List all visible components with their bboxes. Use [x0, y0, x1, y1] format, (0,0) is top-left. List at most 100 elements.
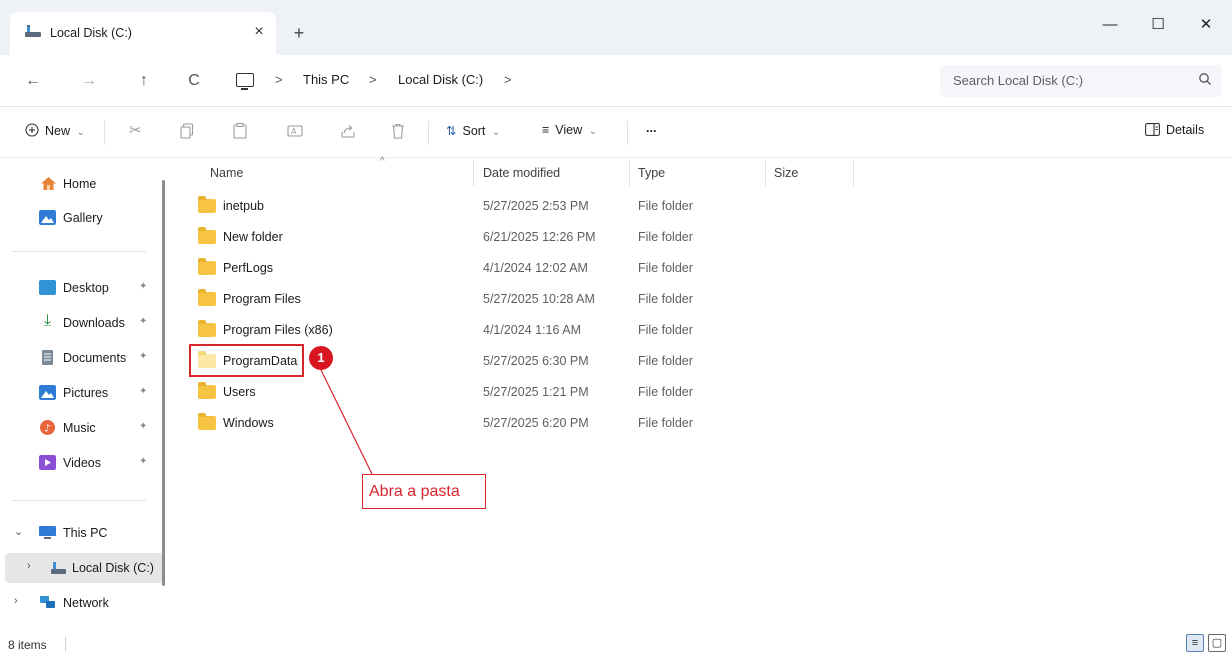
pin-icon[interactable]: ✦ [139, 421, 147, 432]
divider [12, 500, 146, 501]
column-header-type[interactable]: Type [638, 158, 766, 188]
pin-icon[interactable]: ✦ [139, 316, 147, 327]
forward-button[interactable]: → [76, 68, 102, 94]
column-header-label: Date modified [483, 166, 561, 180]
plus-circle-icon [25, 123, 39, 137]
file-type: File folder [638, 323, 693, 337]
search-icon [1199, 73, 1211, 85]
sidebar-item-label: Music [63, 421, 96, 435]
divider [12, 251, 146, 252]
annotation-callout-text: Abra a pasta [369, 483, 460, 500]
file-name: New folder [223, 230, 283, 244]
breadcrumb[interactable]: > This PC > Local Disk (C:) > [228, 65, 928, 97]
sidebar-item-videos[interactable]: Videos ✦ [0, 448, 165, 478]
maximize-button[interactable]: ☐ [1136, 10, 1180, 40]
table-row[interactable]: Program Files (x86) 4/1/2024 1:16 AM Fil… [180, 315, 1232, 346]
file-date: 5/27/2025 6:30 PM [483, 354, 589, 368]
table-row[interactable]: inetpub 5/27/2025 2:53 PM File folder [180, 191, 1232, 222]
cut-icon[interactable]: ✂ [129, 121, 142, 139]
gallery-icon [39, 210, 56, 225]
collapse-chevron-icon[interactable]: ⌄ [14, 525, 23, 538]
sidebar-item-music[interactable]: ♪ Music ✦ [0, 413, 165, 443]
breadcrumb-separator: > [275, 72, 283, 87]
details-view-icon[interactable]: ≡ [1186, 634, 1204, 652]
expand-chevron-icon[interactable]: › [27, 560, 31, 572]
drive-icon [25, 25, 41, 37]
pin-icon[interactable]: ✦ [139, 386, 147, 397]
sidebar-item-documents[interactable]: Documents ✦ [0, 343, 165, 373]
copy-icon[interactable] [180, 123, 194, 139]
divider [65, 637, 66, 651]
address-bar: ← → ↑ C > This PC > Local Disk (C:) > Se… [0, 55, 1232, 107]
column-header-date[interactable]: Date modified [483, 158, 630, 188]
details-pane-icon [1145, 123, 1160, 136]
sidebar-item-gallery[interactable]: Gallery [0, 203, 165, 233]
tiles-view-icon[interactable]: ▢ [1208, 634, 1226, 652]
table-row[interactable]: New folder 6/21/2025 12:26 PM File folde… [180, 222, 1232, 253]
pin-icon[interactable]: ✦ [139, 351, 147, 362]
back-button[interactable]: ← [20, 68, 46, 94]
breadcrumb-local-disk[interactable]: Local Disk (C:) [398, 72, 483, 87]
share-icon[interactable] [340, 123, 356, 139]
sidebar-item-label: Videos [63, 456, 101, 470]
breadcrumb-separator[interactable]: > [504, 72, 512, 87]
view-button[interactable]: ≡ View ⌄ [542, 123, 597, 137]
pin-icon[interactable]: ✦ [139, 456, 147, 467]
file-date: 5/27/2025 10:28 AM [483, 292, 595, 306]
sidebar-item-local-disk[interactable]: › Local Disk (C:) [5, 553, 165, 583]
details-pane-button[interactable]: Details [1145, 123, 1204, 137]
more-options-button[interactable]: ... [646, 121, 656, 135]
table-row[interactable]: Program Files 5/27/2025 10:28 AM File fo… [180, 284, 1232, 315]
sidebar-item-desktop[interactable]: Desktop ✦ [0, 273, 165, 303]
close-tab-button[interactable]: × [248, 21, 270, 43]
column-divider [473, 160, 474, 186]
sidebar-item-home[interactable]: Home [0, 169, 165, 199]
downloads-icon: ⤓ [43, 312, 52, 329]
close-window-button[interactable]: ✕ [1184, 10, 1228, 40]
expand-chevron-icon[interactable]: › [14, 595, 18, 607]
sidebar-item-this-pc[interactable]: ⌄ This PC [0, 518, 165, 548]
file-name: Windows [223, 416, 274, 430]
pictures-icon [39, 385, 56, 400]
column-divider [853, 160, 854, 186]
file-date: 5/27/2025 1:21 PM [483, 385, 589, 399]
file-date: 6/21/2025 12:26 PM [483, 230, 596, 244]
music-icon: ♪ [40, 420, 55, 435]
search-input[interactable]: Search Local Disk (C:) [940, 65, 1222, 97]
new-button[interactable]: New ⌄ [25, 123, 85, 138]
column-header-label: Name [210, 166, 244, 180]
sort-ascending-icon: ^ [380, 156, 385, 167]
pin-icon[interactable]: ✦ [139, 281, 147, 292]
table-row[interactable]: ProgramData 5/27/2025 6:30 PM File folde… [180, 346, 1232, 377]
paste-icon[interactable] [233, 123, 247, 139]
minimize-button[interactable]: — [1088, 10, 1132, 40]
table-row[interactable]: Windows 5/27/2025 6:20 PM File folder [180, 408, 1232, 439]
file-type: File folder [638, 354, 693, 368]
rename-icon[interactable]: A [287, 123, 303, 139]
sidebar-item-pictures[interactable]: Pictures ✦ [0, 378, 165, 408]
column-header-name[interactable]: Name ^ [210, 156, 474, 188]
file-date: 4/1/2024 1:16 AM [483, 323, 581, 337]
annotation-callout: Abra a pasta [362, 474, 486, 509]
breadcrumb-this-pc[interactable]: This PC [303, 72, 349, 87]
refresh-button[interactable]: C [181, 68, 207, 94]
sidebar-item-label: Network [63, 596, 109, 610]
view-icon: ≡ [542, 123, 550, 137]
column-header-size[interactable]: Size [774, 158, 854, 188]
table-row[interactable]: PerfLogs 4/1/2024 12:02 AM File folder [180, 253, 1232, 284]
file-type: File folder [638, 292, 693, 306]
delete-icon[interactable] [391, 123, 405, 139]
table-row[interactable]: Users 5/27/2025 1:21 PM File folder [180, 377, 1232, 408]
svg-text:A: A [291, 127, 297, 136]
file-date: 5/27/2025 6:20 PM [483, 416, 589, 430]
sidebar-item-network[interactable]: › Network [0, 588, 165, 618]
sidebar-scrollbar[interactable] [162, 180, 165, 586]
new-tab-button[interactable]: + [288, 22, 310, 44]
sidebar-item-label: Home [63, 177, 97, 191]
sidebar-item-downloads[interactable]: ⤓ Downloads ✦ [0, 308, 165, 338]
sort-button[interactable]: ⇅ Sort ⌄ [446, 123, 500, 138]
file-type: File folder [638, 199, 693, 213]
tab-local-disk[interactable]: Local Disk (C:) × [10, 12, 276, 55]
status-bar: 8 items ≡ ▢ [0, 633, 1232, 655]
up-button[interactable]: ↑ [131, 68, 157, 94]
